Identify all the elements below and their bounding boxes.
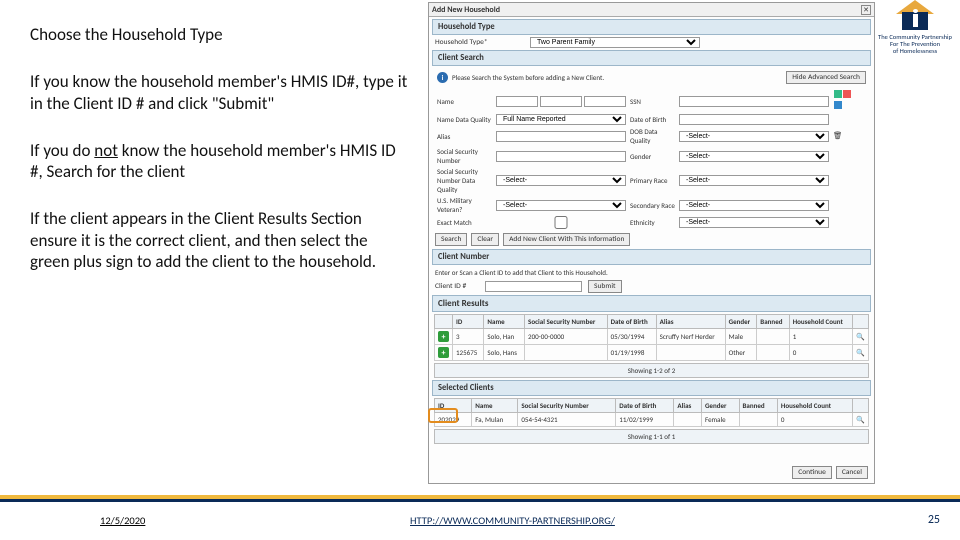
lbl-ssn: SSN — [630, 97, 675, 106]
footer-rule — [0, 495, 960, 502]
client-number-header: Client Number — [432, 249, 871, 265]
app-screenshot: Add New Household ✕ Household Type House… — [428, 2, 875, 484]
ssn-input[interactable] — [679, 96, 829, 107]
hh-type-header: Household Type — [432, 19, 871, 35]
page-number: 25 — [928, 513, 940, 527]
first-input[interactable] — [496, 96, 538, 107]
footer-date: 12/5/2020 — [100, 514, 145, 527]
client-results-header: Client Results — [432, 295, 871, 312]
window-title: Add New Household — [432, 5, 500, 15]
eth-select[interactable]: -Select- — [679, 217, 829, 228]
lbl-usmil: U.S. Military Veteran? — [437, 196, 492, 214]
hh-type-label: Household Type* — [435, 38, 530, 47]
logo: The Community PartnershipFor The Prevent… — [878, 0, 952, 54]
left-p3: If you do not know the household member'… — [30, 140, 410, 183]
view-icon[interactable]: 🔍 — [853, 345, 869, 361]
table-row: + 125675Solo, Hans01/19/1998Other0🔍 — [435, 345, 869, 361]
add-new-client-button[interactable]: Add New Client With This Information — [503, 233, 630, 246]
dob-input[interactable] — [679, 114, 829, 125]
left-p2: If you know the household member's HMIS … — [30, 71, 410, 114]
lbl-eth: Ethnicity — [630, 218, 675, 227]
client-id-label: Client ID # — [435, 282, 485, 291]
lbl-alias: Alias — [437, 132, 492, 141]
close-icon[interactable]: ✕ — [861, 5, 871, 15]
info-icon: i — [437, 72, 448, 83]
mid-input[interactable] — [540, 96, 582, 107]
view-icon[interactable]: 🔍 — [853, 329, 869, 345]
footer-link[interactable]: HTTP://WWW.COMMUNITY-PARTNERSHIP.ORG/ — [410, 514, 615, 527]
lbl-dob: Date of Birth — [630, 115, 675, 124]
left-heading: Choose the Household Type — [30, 24, 410, 45]
secrace-select[interactable]: -Select- — [679, 200, 829, 211]
clear-button[interactable]: Clear — [471, 233, 499, 246]
usmil-select[interactable]: -Select- — [496, 200, 626, 211]
race-select[interactable]: -Select- — [679, 175, 829, 186]
showing2-label: Showing 1-1 of 1 — [434, 429, 869, 444]
gender-select[interactable]: -Select- — [679, 151, 829, 162]
cancel-button[interactable]: Cancel — [836, 466, 868, 479]
lbl-exact: Exact Match — [437, 218, 492, 227]
selected-clients-header: Selected Clients — [432, 380, 871, 396]
last-input[interactable] — [584, 96, 626, 107]
client-number-note: Enter or Scan a Client ID to add that Cl… — [435, 268, 868, 277]
left-p4: If the client appears in the Client Resu… — [30, 208, 410, 272]
alias-input[interactable] — [496, 131, 626, 142]
ndq-select[interactable]: Full Name Reported — [496, 114, 626, 125]
selected-clients-table: IDNameSocial Security NumberDate of Birt… — [434, 398, 869, 427]
lbl-ssn2: Social Security Number — [437, 147, 492, 165]
table-row: 202029Fa, Mulan054-54-432111/02/1999Fema… — [435, 413, 869, 427]
lbl-ssndq: Social Security Number Data Quality — [437, 167, 492, 194]
client-search-header: Client Search — [432, 50, 871, 66]
add-client-icon[interactable]: + — [438, 331, 449, 342]
ssn2-input[interactable] — [496, 151, 626, 162]
exact-checkbox[interactable] — [496, 216, 626, 229]
showing-label: Showing 1-2 of 2 — [434, 363, 869, 378]
ssn-icons — [833, 90, 853, 112]
table-row: + 3Solo, Han200-00-000005/30/1994Scruffy… — [435, 329, 869, 345]
lbl-dobdq: DOB Data Quality — [630, 127, 675, 145]
dobdq-select[interactable]: -Select- — [679, 131, 829, 142]
add-client-icon[interactable]: + — [438, 347, 449, 358]
lbl-race: Primary Race — [630, 176, 675, 185]
view-icon[interactable]: 🔍 — [853, 413, 869, 427]
submit-button[interactable]: Submit — [588, 280, 622, 293]
hh-type-select[interactable]: Two Parent Family — [530, 37, 700, 48]
lbl-secrace: Secondary Race — [630, 201, 675, 210]
client-id-input[interactable] — [485, 281, 582, 292]
hide-adv-search-button[interactable]: Hide Advanced Search — [786, 71, 866, 84]
lbl-gender: Gender — [630, 152, 675, 161]
lbl-ndq: Name Data Quality — [437, 115, 492, 124]
continue-button[interactable]: Continue — [792, 466, 832, 479]
cal-icon[interactable]: 🗑 — [833, 131, 853, 141]
ssndq-select[interactable]: -Select- — [496, 175, 626, 186]
info-text: iPlease Search the System before adding … — [437, 72, 604, 83]
lbl-name: Name — [437, 97, 492, 106]
search-button[interactable]: Search — [435, 233, 467, 246]
client-results-table: IDNameSocial Security NumberDate of Birt… — [434, 314, 869, 361]
